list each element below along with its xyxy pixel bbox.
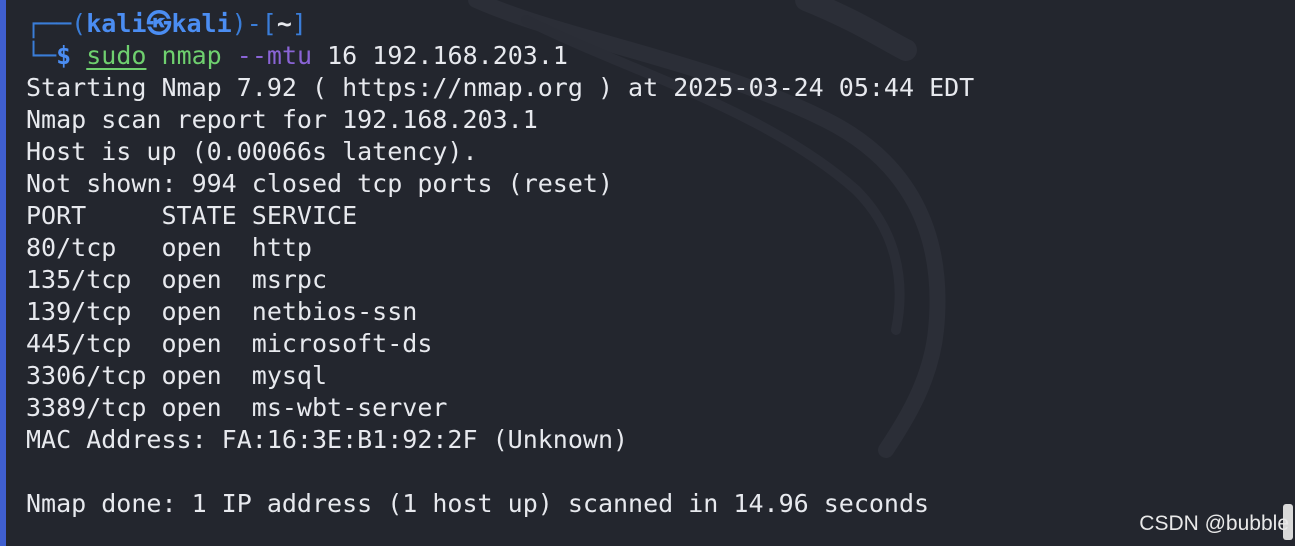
prompt-line-top: ┌──(kali㉿kali)-[~]	[26, 8, 1275, 40]
prompt-dollar: $	[56, 41, 72, 70]
port-row: 3306/tcp open mysql	[26, 361, 328, 390]
command-program: nmap	[161, 41, 222, 70]
port-row: 139/tcp open netbios-ssn	[26, 297, 418, 326]
port-row: 135/tcp open msrpc	[26, 265, 328, 294]
output-line: Starting Nmap 7.92 ( https://nmap.org ) …	[26, 73, 975, 102]
terminal-window[interactable]: ┌──(kali㉿kali)-[~] └─$ sudo nmap --mtu 1…	[0, 0, 1295, 546]
command-args: 16 192.168.203.1	[327, 41, 568, 70]
prompt-frame-corner: └─	[26, 41, 57, 70]
output-line: Nmap scan report for 192.168.203.1	[26, 105, 538, 134]
prompt-host: kali	[171, 9, 232, 38]
prompt-frame-mid: )-[	[231, 9, 277, 38]
port-row: 80/tcp open http	[26, 233, 312, 262]
csdn-watermark: CSDN @bubble	[1139, 512, 1289, 535]
output-table-header: PORT STATE SERVICE	[26, 201, 358, 230]
command-option: --mtu	[236, 41, 313, 70]
prompt-frame-open: ┌──(	[26, 9, 87, 38]
prompt-skull-icon: ㉿	[146, 9, 172, 38]
output-line: Nmap done: 1 IP address (1 host up) scan…	[26, 489, 930, 518]
prompt-frame-close: ]	[291, 9, 307, 38]
output-blank-line	[26, 456, 1275, 488]
command-sudo: sudo	[86, 41, 147, 70]
output-line: MAC Address: FA:16:3E:B1:92:2F (Unknown)	[26, 425, 629, 454]
prompt-user: kali	[86, 9, 147, 38]
terminal-content[interactable]: ┌──(kali㉿kali)-[~] └─$ sudo nmap --mtu 1…	[26, 8, 1275, 520]
command-line[interactable]: └─$ sudo nmap --mtu 16 192.168.203.1	[26, 40, 1275, 72]
prompt-directory: ~	[276, 9, 292, 38]
port-row: 3389/tcp open ms-wbt-server	[26, 393, 448, 422]
port-row: 445/tcp open microsoft-ds	[26, 329, 433, 358]
output-line: Host is up (0.00066s latency).	[26, 137, 478, 166]
output-line: Not shown: 994 closed tcp ports (reset)	[26, 169, 613, 198]
